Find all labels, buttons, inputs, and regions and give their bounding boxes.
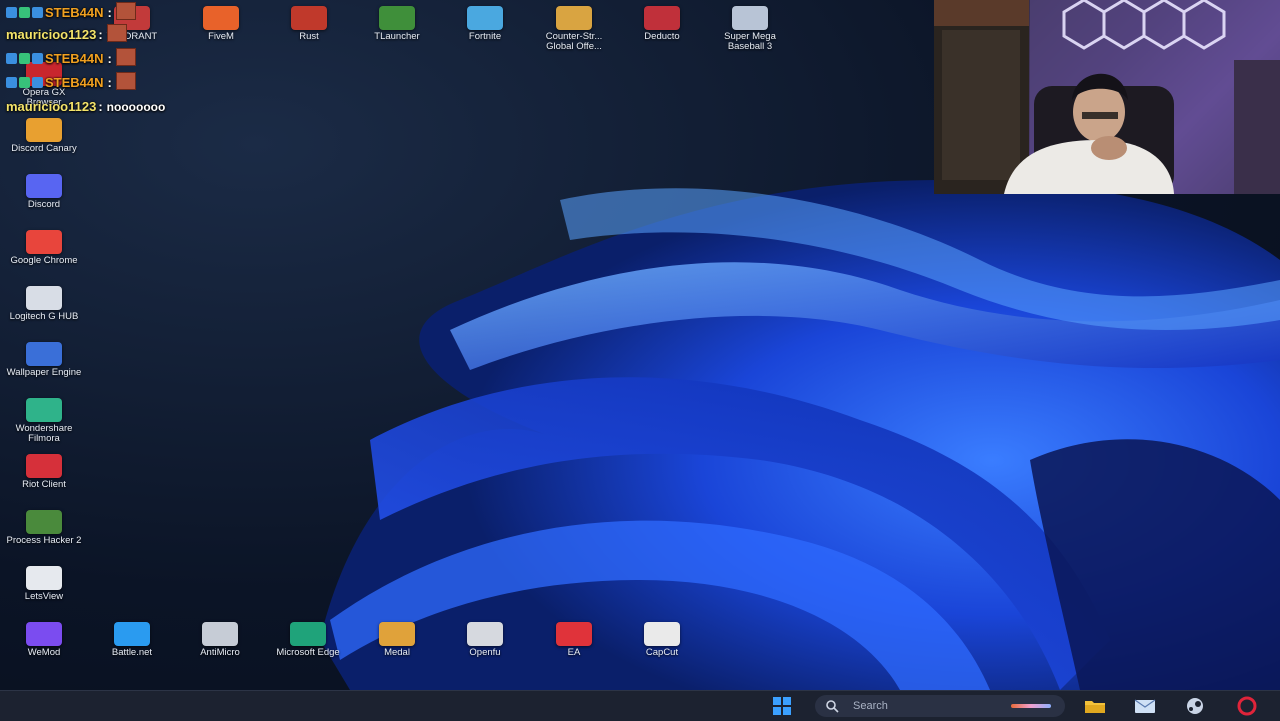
chat-badge-icon: [19, 7, 30, 18]
chat-badge-icon: [32, 77, 43, 88]
desktop-icon-csgo[interactable]: Counter-Str... Global Offe...: [534, 6, 614, 64]
desktop-icon-wemod[interactable]: WeMod: [4, 622, 84, 680]
opera-gx-icon: [1237, 696, 1257, 716]
desktop-icon-super-mega-baseball[interactable]: Super Mega Baseball 3: [710, 6, 790, 64]
chat-message: STEB44N:: [6, 72, 136, 94]
chat-separator: :: [107, 75, 112, 90]
tlauncher-icon: [379, 6, 415, 30]
medal-icon: [379, 622, 415, 646]
edge-icon: [290, 622, 326, 646]
baseball-icon: [732, 6, 768, 30]
desktop-icon-riot-client[interactable]: Riot Client: [4, 454, 84, 512]
fivem-icon: [203, 6, 239, 30]
discord-canary-icon: [26, 118, 62, 142]
letsview-icon: [26, 566, 62, 590]
chat-badge-icon: [19, 53, 30, 64]
openfu-icon: [467, 622, 503, 646]
search-placeholder: Search: [853, 700, 888, 712]
chat-emote-icon: [115, 48, 136, 66]
chrome-icon: [26, 230, 62, 254]
chat-separator: :: [107, 51, 112, 66]
file-explorer-icon: [1085, 701, 1105, 713]
desktop-icon-discord-canary[interactable]: Discord Canary: [4, 118, 84, 176]
capcut-icon: [644, 622, 680, 646]
ea-icon: [556, 622, 592, 646]
chat-username: mauricioo1123: [6, 27, 97, 42]
start-icon: [773, 697, 791, 715]
wallpaper-engine-icon: [26, 342, 62, 366]
desktop-icon-deducto[interactable]: Deducto: [622, 6, 702, 64]
riot-icon: [26, 454, 62, 478]
chat-username: mauricioo1123: [6, 99, 97, 114]
rust-icon: [291, 6, 327, 30]
chat-emote-icon: [115, 72, 136, 90]
webcam-overlay: [934, 0, 1280, 194]
desktop-icon-medal[interactable]: Medal: [357, 622, 437, 680]
chat-message: STEB44N:: [6, 2, 136, 24]
chat-emote-icon: [115, 2, 136, 20]
desktop-icon-openfu[interactable]: Openfu: [445, 622, 525, 680]
desktop-icon-fortnite[interactable]: Fortnite: [445, 6, 525, 64]
desktop-icon-capcut[interactable]: CapCut: [622, 622, 702, 680]
chat-separator: :: [98, 27, 103, 42]
desktop-icon-discord[interactable]: Discord: [4, 174, 84, 232]
start-button[interactable]: [770, 696, 796, 716]
csgo-icon: [556, 6, 592, 30]
chat-badge-icon: [6, 7, 17, 18]
filmora-icon: [26, 398, 62, 422]
wemod-icon: [26, 622, 62, 646]
steam-icon: [1187, 698, 1203, 714]
discord-icon: [26, 174, 62, 198]
chat-separator: :: [98, 99, 103, 114]
desktop-icon-letsview[interactable]: LetsView: [4, 566, 84, 624]
chat-message: STEB44N:: [6, 48, 136, 70]
mail-icon: [1134, 699, 1156, 713]
chat-badge-icon: [32, 7, 43, 18]
desktop-icon-antimicro[interactable]: AntiMicro: [180, 622, 260, 680]
chat-text: nooooooo: [106, 100, 166, 114]
desktop-icon-ea[interactable]: EA: [534, 622, 614, 680]
chat-emote-icon: [106, 24, 127, 42]
chat-username: STEB44N: [45, 51, 104, 66]
taskbar: Search: [0, 690, 1280, 721]
taskbar-steam[interactable]: [1182, 696, 1208, 716]
antimicro-icon: [202, 622, 238, 646]
desktop-icon-fivem[interactable]: FiveM: [181, 6, 261, 64]
taskbar-mail[interactable]: [1132, 696, 1158, 716]
desktop-icon-battlenet[interactable]: Battle.net: [92, 622, 172, 680]
fortnite-icon: [467, 6, 503, 30]
chat-username: STEB44N: [45, 75, 104, 90]
desktop-icon-chrome[interactable]: Google Chrome: [4, 230, 84, 288]
battlenet-icon: [114, 622, 150, 646]
chat-message: mauricioo1123:: [6, 24, 127, 46]
desktop-icon-process-hacker[interactable]: Process Hacker 2: [4, 510, 84, 568]
webcam-feed: [934, 0, 1280, 194]
desktop-icon-logitech-g-hub[interactable]: Logitech G HUB: [4, 286, 84, 344]
desktop-icon-filmora[interactable]: Wondershare Filmora: [4, 398, 84, 456]
desktop-icon-edge[interactable]: Microsoft Edge: [268, 622, 348, 680]
taskbar-opera-gx[interactable]: [1234, 696, 1260, 716]
search-icon: [826, 700, 839, 713]
process-hacker-icon: [26, 510, 62, 534]
chat-message: mauricioo1123: nooooooo: [6, 96, 165, 118]
chat-badge-icon: [6, 77, 17, 88]
taskbar-file-explorer[interactable]: [1082, 696, 1108, 716]
desktop-icon-wallpaper-engine[interactable]: Wallpaper Engine: [4, 342, 84, 400]
chat-separator: :: [107, 5, 112, 20]
chat-badge-icon: [19, 77, 30, 88]
chat-username: STEB44N: [45, 5, 104, 20]
search-highlight-icon: [1011, 704, 1051, 708]
logitech-icon: [26, 286, 62, 310]
desktop-icon-tlauncher[interactable]: TLauncher: [357, 6, 437, 64]
chat-badge-icon: [6, 53, 17, 64]
chat-badge-icon: [32, 53, 43, 64]
taskbar-search-box[interactable]: Search: [815, 695, 1065, 717]
desktop-icon-rust[interactable]: Rust: [269, 6, 349, 64]
deducto-icon: [644, 6, 680, 30]
